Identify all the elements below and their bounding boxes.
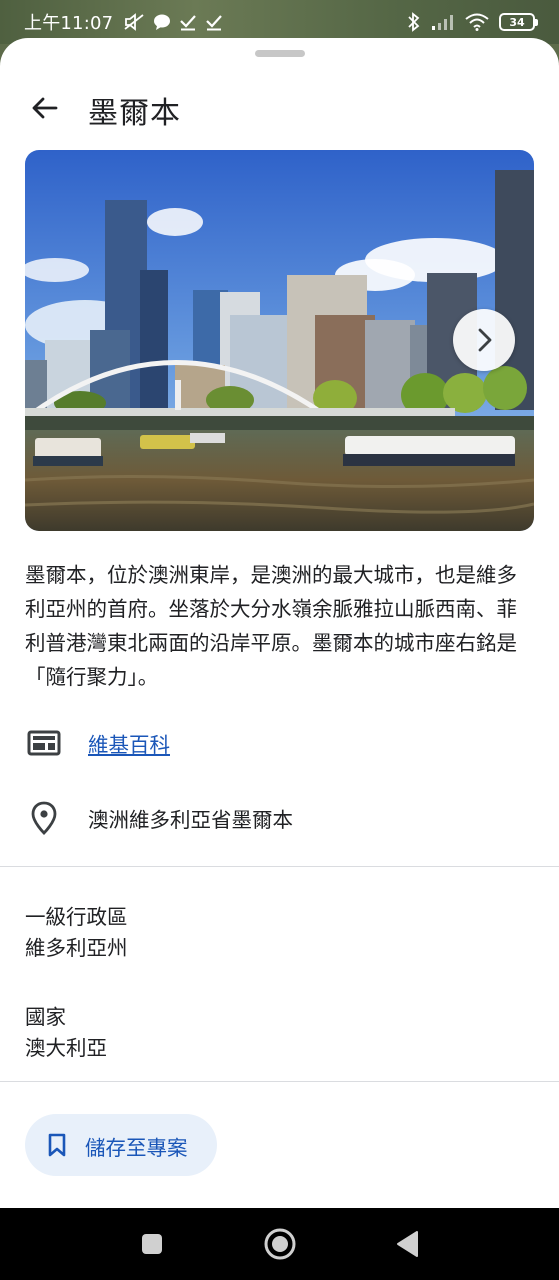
attr-label-admin-area: 一級行政區 <box>25 905 128 929</box>
chevron-right-icon <box>478 328 492 352</box>
battery-icon: 34 <box>499 13 538 31</box>
save-button-label: 儲存至專案 <box>85 1136 188 1160</box>
home-button[interactable] <box>263 1227 297 1265</box>
bluetooth-icon <box>408 12 420 32</box>
wiki-link[interactable]: 維基百科 <box>88 728 170 758</box>
place-sheet: 墨爾本 墨爾本，位於澳洲東岸，是澳洲的最大城市，也是維多利亞州的首府。坐落於大分… <box>0 38 559 1208</box>
save-to-project-button[interactable]: 儲存至專案 <box>25 1114 217 1176</box>
address-text: 澳洲維多利亞省墨爾本 <box>88 808 293 832</box>
attr-value-country: 澳大利亞 <box>25 1036 107 1060</box>
back-triangle-icon <box>397 1231 418 1257</box>
drag-handle[interactable] <box>255 50 305 57</box>
wifi-icon <box>465 13 489 31</box>
chat-bubble-icon <box>154 14 171 30</box>
status-time: 上午11:07 <box>24 13 114 34</box>
home-circle-icon <box>264 1228 296 1260</box>
bookmark-icon <box>48 1133 66 1157</box>
header: 墨爾本 <box>0 80 559 138</box>
status-left: 上午11:07 <box>24 9 223 35</box>
address-row[interactable]: 澳洲維多利亞省墨爾本 <box>0 788 559 848</box>
location-pin-icon <box>26 800 62 836</box>
arrow-left-icon <box>32 97 58 119</box>
system-nav-bar <box>0 1208 559 1280</box>
mute-icon <box>124 13 144 31</box>
status-right: 34 <box>407 12 538 32</box>
page-title: 墨爾本 <box>88 96 181 131</box>
signal-icon <box>432 15 453 30</box>
recents-square-icon <box>142 1234 162 1254</box>
divider <box>0 866 559 867</box>
notification-icons <box>123 13 223 31</box>
divider <box>0 1081 559 1082</box>
check-icon <box>206 15 223 31</box>
battery-level: 34 <box>509 15 525 29</box>
place-description: 墨爾本，位於澳洲東岸，是澳洲的最大城市，也是維多利亞州的首府。坐落於大分水嶺余脈… <box>25 563 517 689</box>
attr-value-admin-area: 維多利亞州 <box>25 936 128 960</box>
back-button[interactable] <box>24 88 64 128</box>
hero-image[interactable] <box>25 150 534 531</box>
article-icon <box>26 725 62 761</box>
recents-button[interactable] <box>140 1232 164 1260</box>
attr-label-country: 國家 <box>25 1005 66 1029</box>
check-icon <box>180 15 197 31</box>
wiki-row[interactable]: 維基百科 <box>0 713 559 773</box>
next-image-button[interactable] <box>453 309 515 371</box>
system-back-button[interactable] <box>394 1229 420 1263</box>
